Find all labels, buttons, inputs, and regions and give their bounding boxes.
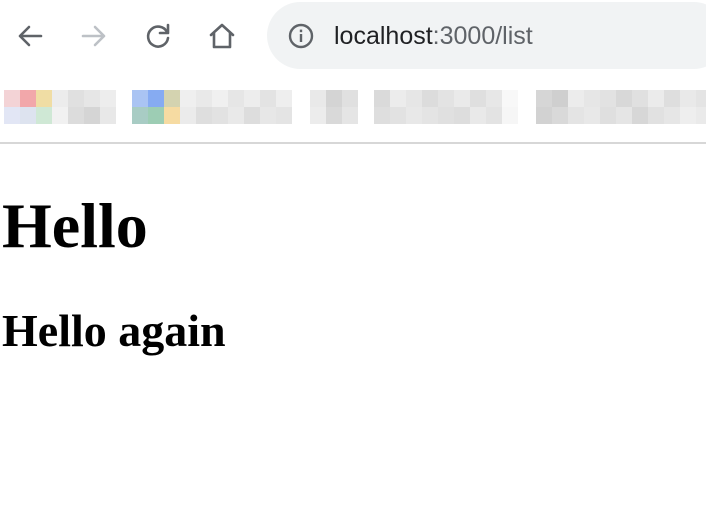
- forward-button[interactable]: [76, 18, 112, 54]
- page-content: Hello Hello again: [0, 144, 706, 510]
- info-icon[interactable]: [288, 23, 314, 49]
- bookmark-item-blurred[interactable]: [374, 90, 518, 124]
- url-host: localhost: [334, 22, 433, 50]
- back-button[interactable]: [12, 18, 48, 54]
- url-text[interactable]: localhost:3000/list: [334, 20, 533, 52]
- arrow-right-icon: [81, 25, 106, 47]
- bookmark-item-blurred[interactable]: [4, 90, 116, 124]
- bookmarks-bar: [0, 72, 706, 142]
- home-button[interactable]: [204, 18, 240, 54]
- page-heading-2: Hello again: [2, 305, 226, 356]
- browser-toolbar: localhost:3000/list: [0, 0, 706, 72]
- bookmark-item-blurred[interactable]: [310, 90, 358, 124]
- reload-button[interactable]: [140, 18, 176, 54]
- address-bar[interactable]: localhost:3000/list: [267, 2, 706, 69]
- bookmark-item-blurred[interactable]: [536, 90, 706, 124]
- arrow-left-icon: [18, 25, 43, 47]
- home-icon: [209, 23, 235, 49]
- page-heading-1: Hello: [2, 190, 148, 261]
- url-path: :3000/list: [432, 22, 533, 50]
- bookmark-item-blurred[interactable]: [132, 90, 294, 124]
- reload-icon: [146, 23, 170, 48]
